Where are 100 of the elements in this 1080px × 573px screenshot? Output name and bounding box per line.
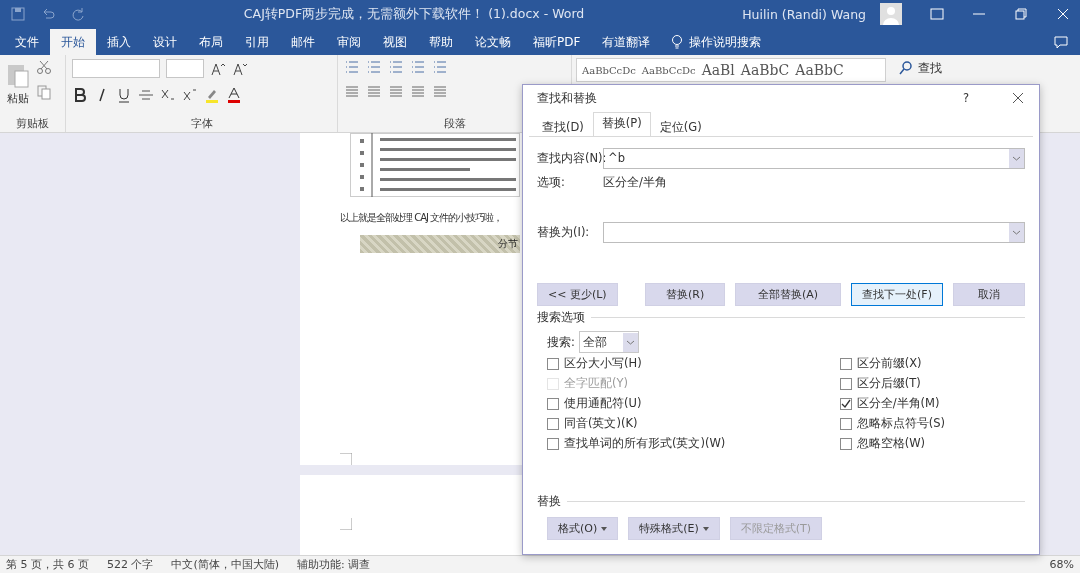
format-button[interactable]: 格式(O) <box>547 517 619 540</box>
underline-icon[interactable] <box>116 87 132 103</box>
margin-mark <box>340 453 352 465</box>
dialog-tab[interactable]: 替换(P) <box>592 112 651 136</box>
strikethrough-icon[interactable] <box>138 87 154 103</box>
lightbulb-icon <box>671 34 684 50</box>
find-button[interactable]: 查找 <box>890 58 950 78</box>
ribbon-tab[interactable]: 开始 <box>50 29 96 55</box>
save-icon[interactable] <box>10 6 26 22</box>
ribbon-tab[interactable]: 视图 <box>372 29 418 55</box>
list-icon[interactable] <box>344 59 360 75</box>
dialog-button[interactable]: 全部替换(A) <box>735 283 842 306</box>
group-label: 段落 <box>443 116 466 132</box>
ribbon-tab[interactable]: 论文畅 <box>464 29 522 55</box>
checkbox[interactable] <box>839 377 852 390</box>
align-icon[interactable] <box>388 84 404 100</box>
ribbon-tab[interactable]: 有道翻译 <box>591 29 662 55</box>
list-icon[interactable] <box>388 59 404 75</box>
document-text: 以上就是全部处理 CAJ 文件的小技巧啦， <box>340 211 504 225</box>
option-label: 区分后缀(T) <box>856 376 921 391</box>
subscript-icon[interactable] <box>160 87 176 103</box>
list-icon[interactable] <box>410 59 426 75</box>
comment-icon[interactable] <box>1054 35 1068 49</box>
option-label: 区分前缀(X) <box>856 356 922 371</box>
replace-field[interactable] <box>603 221 1025 243</box>
section-break: 分节 <box>360 235 520 253</box>
style-sample: AaBbCcDc <box>582 64 636 76</box>
zoom-level[interactable]: 68% <box>1049 558 1074 571</box>
align-icon[interactable] <box>410 84 426 100</box>
checkbox[interactable] <box>547 417 559 430</box>
option-label: 区分大小写(H) <box>564 356 642 371</box>
format-button[interactable]: 特殊格式(E) <box>628 517 720 540</box>
ribbon-tab[interactable]: 文件 <box>4 29 50 55</box>
option-label: 使用通配符(U) <box>564 396 642 411</box>
highlight-icon[interactable] <box>204 87 220 103</box>
dialog-button[interactable]: 替换(R) <box>645 283 726 306</box>
style-sample: AaBbC <box>795 62 844 78</box>
superscript-icon[interactable] <box>182 87 198 103</box>
ribbon-tab[interactable]: 插入 <box>96 29 142 55</box>
dialog-title: 查找和替换 <box>537 89 598 107</box>
group-label: 字体 <box>190 116 213 132</box>
bold-icon[interactable] <box>72 87 88 103</box>
scissors-icon[interactable] <box>36 59 52 75</box>
checkbox[interactable] <box>547 437 559 450</box>
tell-me-search[interactable]: 操作说明搜索 <box>661 29 772 55</box>
accessibility-status[interactable]: 辅助功能: 调查 <box>297 557 371 572</box>
language-status[interactable]: 中文(简体，中国大陆) <box>171 557 280 572</box>
checkbox[interactable] <box>547 397 559 410</box>
ribbon-display-icon[interactable] <box>930 7 944 21</box>
font-name-field[interactable] <box>72 59 160 78</box>
style-sample: AaBbCcDc <box>641 64 696 76</box>
find-field[interactable]: ^b <box>603 147 1025 169</box>
redo-icon[interactable] <box>70 6 86 22</box>
word-count: 522 个字 <box>107 557 154 572</box>
option-label: 忽略标点符号(S) <box>856 416 945 431</box>
font-size-field[interactable] <box>166 59 204 78</box>
section-label: 替换 <box>537 494 561 509</box>
ribbon-tab[interactable]: 邮件 <box>280 29 326 55</box>
style-sample: AaBbC <box>740 62 790 78</box>
page-count: 第 5 页，共 6 页 <box>6 557 89 572</box>
ribbon-tab[interactable]: 福昕PDF <box>522 29 592 55</box>
restore-icon[interactable] <box>1014 7 1028 21</box>
ribbon-tab[interactable]: 帮助 <box>418 29 464 55</box>
field-label: 查找内容(N): <box>537 150 603 166</box>
search-select[interactable]: 全部 <box>578 331 639 353</box>
caret-icon <box>601 526 608 531</box>
option-label: 全字匹配(Y) <box>564 376 628 391</box>
section-label: 搜索选项 <box>537 310 585 325</box>
styles-gallery[interactable]: AaBbCcDc AaBbCcDc AaBl AaBbC AaBbC <box>576 58 886 82</box>
paste-button[interactable]: 粘贴 <box>6 59 30 106</box>
ribbon-tab[interactable]: 审阅 <box>326 29 372 55</box>
search-icon <box>898 60 914 76</box>
list-icon[interactable] <box>366 59 382 75</box>
options-value: 区分全/半角 <box>603 174 667 190</box>
ribbon-tab[interactable]: 布局 <box>188 29 234 55</box>
dialog-button[interactable]: 取消 <box>953 283 1025 306</box>
option-label: 忽略空格(W) <box>856 436 926 451</box>
avatar-icon <box>880 3 902 25</box>
font-color-icon[interactable] <box>226 87 242 103</box>
checkbox[interactable] <box>839 397 852 410</box>
ribbon-tab[interactable]: 设计 <box>142 29 188 55</box>
checkbox[interactable] <box>839 437 852 450</box>
checkbox[interactable] <box>839 417 852 430</box>
align-icon[interactable] <box>432 84 448 100</box>
checkbox[interactable] <box>839 357 852 370</box>
ribbon-tab[interactable]: 引用 <box>234 29 280 55</box>
option-label: 区分全/半角(M) <box>856 396 940 411</box>
copy-icon[interactable] <box>36 84 52 100</box>
align-icon[interactable] <box>344 84 360 100</box>
dialog-button[interactable]: 查找下一处(F) <box>851 283 943 306</box>
dialog-button[interactable]: << 更少(L) <box>537 283 618 306</box>
close-icon[interactable] <box>1011 91 1025 105</box>
field-label: 选项: <box>537 174 566 190</box>
list-icon[interactable] <box>432 59 448 75</box>
align-icon[interactable] <box>366 84 382 100</box>
checkbox[interactable] <box>547 357 559 370</box>
user-name: Huilin (Randi) Wang <box>742 6 866 22</box>
help-button[interactable]: ? <box>962 91 969 105</box>
field-label: 替换为(I): <box>537 224 591 240</box>
option-label: 同音(英文)(K) <box>564 416 638 431</box>
